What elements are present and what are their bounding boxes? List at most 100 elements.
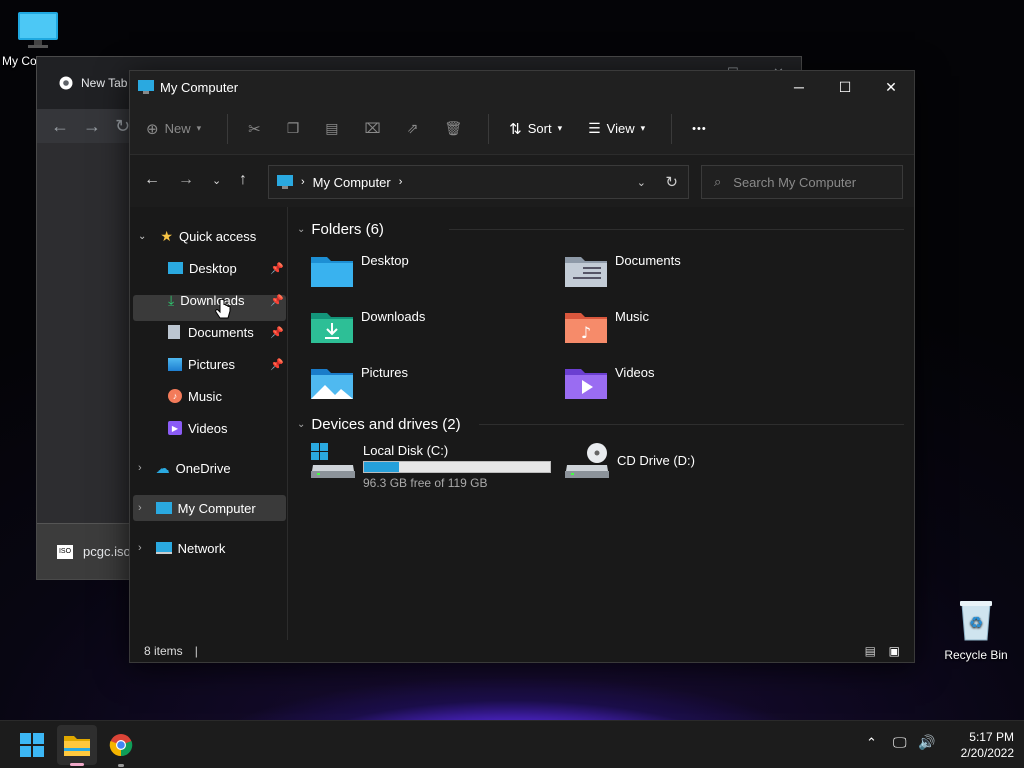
svg-text:♻: ♻ bbox=[969, 613, 983, 632]
drive-label: CD Drive (D:) bbox=[617, 452, 695, 468]
download-file-name[interactable]: pcgc.iso bbox=[83, 544, 131, 559]
clock-time: 5:17 PM bbox=[969, 730, 1014, 744]
active-indicator bbox=[70, 763, 84, 766]
drive-usage-bar bbox=[363, 461, 551, 473]
pin-icon: 📌 bbox=[270, 358, 284, 371]
maximize-button[interactable]: ☐ bbox=[822, 71, 868, 103]
sidebar-item-videos[interactable]: ▶ Videos bbox=[168, 415, 228, 441]
desktop-icon-label: My Co bbox=[2, 54, 37, 68]
desktop-icon-recycle-bin[interactable]: ♻ Recycle Bin bbox=[940, 598, 1012, 662]
network-icon bbox=[155, 542, 172, 554]
sidebar-item-network[interactable]: › Network bbox=[138, 535, 225, 561]
folder-desktop[interactable]: Desktop bbox=[311, 253, 409, 287]
forward-icon[interactable]: → bbox=[83, 116, 101, 137]
network-status-icon[interactable]: 🖵 bbox=[893, 734, 907, 751]
chevron-down-icon: ⌄ bbox=[297, 419, 306, 430]
start-button[interactable] bbox=[16, 729, 48, 761]
new-label: New bbox=[164, 121, 191, 136]
share-button[interactable]: ⇗ bbox=[407, 120, 419, 137]
reload-icon[interactable]: ↻ bbox=[115, 116, 130, 137]
folder-music[interactable]: ♪ Music bbox=[565, 309, 649, 343]
copy-button[interactable]: ❐ bbox=[287, 120, 300, 137]
drives-group-header[interactable]: ⌄ Devices and drives (2) bbox=[297, 416, 461, 433]
address-dropdown-icon[interactable]: ⌄ bbox=[637, 176, 646, 189]
more-options-button[interactable]: ••• bbox=[692, 123, 707, 135]
refresh-icon[interactable]: ↻ bbox=[665, 173, 678, 191]
folder-pictures[interactable]: Pictures bbox=[311, 365, 408, 399]
chevron-right-icon: › bbox=[138, 542, 142, 554]
sidebar-item-pictures[interactable]: Pictures 📌 bbox=[168, 351, 284, 377]
close-button[interactable]: ✕ bbox=[868, 71, 914, 103]
chevron-down-icon: ▾ bbox=[557, 123, 563, 133]
chrome-icon bbox=[109, 734, 133, 757]
address-bar[interactable]: › My Computer › ⌄ ↻ bbox=[268, 165, 689, 199]
sidebar-item-label: Quick access bbox=[178, 228, 257, 244]
sidebar-quick-access[interactable]: ⌄ ★ Quick access bbox=[138, 223, 256, 249]
pictures-folder-icon bbox=[311, 369, 353, 399]
content-area: ⌄ Folders (6) Desktop Documents Download… bbox=[215, 207, 914, 642]
show-hidden-icons-chevron-icon[interactable]: ⌃ bbox=[866, 735, 877, 751]
forward-arrow-icon[interactable]: → bbox=[178, 171, 194, 189]
video-icon: ▶ bbox=[168, 421, 182, 435]
taskbar-chrome[interactable] bbox=[105, 729, 137, 767]
folders-group-header[interactable]: ⌄ Folders (6) bbox=[297, 221, 384, 238]
up-arrow-icon[interactable]: ↑ bbox=[239, 171, 247, 189]
system-clock[interactable]: 5:17 PM 2/20/2022 bbox=[944, 729, 1014, 761]
sidebar-item-desktop[interactable]: Desktop 📌 bbox=[168, 255, 284, 281]
minimize-button[interactable]: ─ bbox=[776, 71, 822, 103]
rename-button[interactable]: ⌧ bbox=[365, 120, 381, 137]
command-bar: ⊕ New ▾ ✂ ❐ ▤ ⌧ ⇗ 🗑 ⇅ Sort ▾ ☰ View ▾ ••• bbox=[130, 103, 914, 155]
taskbar-file-explorer[interactable] bbox=[57, 725, 97, 766]
documents-folder-icon bbox=[565, 257, 607, 287]
sidebar-item-label: My Computer bbox=[177, 500, 256, 516]
sidebar-item-label: Desktop bbox=[189, 260, 237, 276]
document-icon bbox=[168, 325, 180, 339]
tiles-view-icon[interactable]: ▣ bbox=[889, 644, 900, 658]
status-bar: 8 items | ▤ ▣ bbox=[130, 640, 914, 662]
breadcrumb-my-computer[interactable]: My Computer bbox=[313, 175, 391, 190]
divider bbox=[488, 113, 490, 144]
iso-file-icon: ISO bbox=[57, 544, 73, 559]
drive-cd-d[interactable]: CD Drive (D:) bbox=[565, 443, 695, 479]
back-icon[interactable]: ← bbox=[51, 116, 69, 137]
sidebar-item-onedrive[interactable]: › ☁ OneDrive bbox=[138, 455, 231, 481]
windows-logo-icon bbox=[20, 733, 44, 757]
paste-button[interactable]: ▤ bbox=[325, 120, 338, 137]
back-arrow-icon[interactable]: ← bbox=[144, 171, 160, 189]
sidebar-item-label: Documents bbox=[188, 324, 254, 340]
pin-icon: 📌 bbox=[270, 326, 284, 339]
sort-button[interactable]: ⇅ Sort ▾ bbox=[509, 120, 562, 138]
search-icon: ⌕ bbox=[714, 174, 722, 189]
drive-local-disk-c[interactable]: Local Disk (C:) 96.3 GB free of 119 GB bbox=[311, 443, 551, 490]
sidebar-item-documents[interactable]: Documents 📌 bbox=[168, 319, 284, 345]
sort-icon: ⇅ bbox=[509, 120, 522, 138]
volume-icon[interactable]: 🔊 bbox=[918, 734, 935, 751]
monitor-icon bbox=[155, 502, 172, 514]
folder-videos[interactable]: Videos bbox=[565, 365, 655, 399]
videos-folder-icon bbox=[565, 369, 607, 399]
folder-label: Downloads bbox=[361, 309, 426, 324]
plus-circle-icon: ⊕ bbox=[146, 120, 159, 138]
taskbar: ⌃ 🖵 🔊 5:17 PM 2/20/2022 bbox=[0, 720, 1024, 768]
folder-label: Music bbox=[615, 309, 649, 324]
drive-free-space: 96.3 GB free of 119 GB bbox=[363, 476, 488, 490]
search-box[interactable]: ⌕ Search My Computer bbox=[701, 165, 903, 199]
sidebar-item-label: Pictures bbox=[188, 356, 235, 372]
view-list-icon: ☰ bbox=[588, 120, 601, 136]
explorer-window[interactable]: My Computer ─ ☐ ✕ ⊕ New ▾ ✂ ❐ ▤ ⌧ ⇗ 🗑 ⇅ Sor… bbox=[129, 70, 915, 663]
folder-downloads[interactable]: Downloads bbox=[311, 309, 425, 343]
details-view-icon[interactable]: ▤ bbox=[865, 644, 876, 658]
status-separator: | bbox=[194, 644, 198, 658]
sidebar-item-my-computer[interactable]: › My Computer bbox=[138, 495, 256, 521]
cut-button[interactable]: ✂ bbox=[248, 120, 261, 138]
folder-documents[interactable]: Documents bbox=[565, 253, 681, 287]
star-icon: ★ bbox=[160, 227, 173, 244]
clock-date: 2/20/2022 bbox=[960, 746, 1014, 760]
recent-locations-chevron-icon[interactable]: ⌄ bbox=[212, 174, 221, 187]
new-button[interactable]: ⊕ New ▾ bbox=[146, 120, 201, 138]
desktop-folder-icon bbox=[311, 257, 353, 287]
divider bbox=[671, 113, 673, 144]
delete-button[interactable]: 🗑 bbox=[444, 120, 462, 137]
sidebar-item-music[interactable]: ♪ Music bbox=[168, 383, 222, 409]
view-button[interactable]: ☰ View ▾ bbox=[588, 120, 645, 137]
